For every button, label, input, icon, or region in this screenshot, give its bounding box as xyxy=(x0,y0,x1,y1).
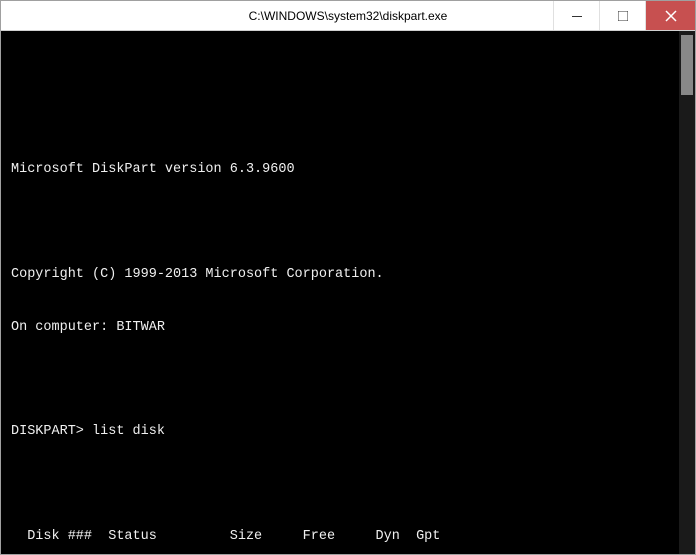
prompt-list-disk: DISKPART> list disk xyxy=(11,423,685,441)
titlebar[interactable]: C:\WINDOWS\system32\diskpart.exe xyxy=(1,1,695,31)
maximize-icon xyxy=(618,11,628,21)
disk-table-header: Disk ### Status Size Free Dyn Gpt xyxy=(11,528,685,546)
scrollbar[interactable] xyxy=(679,31,695,554)
computer-line: On computer: BITWAR xyxy=(11,319,685,337)
close-button[interactable] xyxy=(645,1,695,30)
maximize-button[interactable] xyxy=(599,1,645,30)
copyright-line: Copyright (C) 1999-2013 Microsoft Corpor… xyxy=(11,266,685,284)
window-title: C:\WINDOWS\system32\diskpart.exe xyxy=(143,9,553,23)
scroll-thumb[interactable] xyxy=(681,35,693,95)
minimize-icon xyxy=(572,11,582,21)
window-controls xyxy=(553,1,695,30)
prompt-text: DISKPART> xyxy=(11,423,92,441)
diskpart-window: C:\WINDOWS\system32\diskpart.exe Microso… xyxy=(0,0,696,555)
terminal-output[interactable]: Microsoft DiskPart version 6.3.9600 Copy… xyxy=(1,31,695,554)
minimize-button[interactable] xyxy=(553,1,599,30)
cmd-list-disk: list disk xyxy=(92,423,165,441)
close-icon xyxy=(665,10,677,22)
version-line: Microsoft DiskPart version 6.3.9600 xyxy=(11,161,685,179)
